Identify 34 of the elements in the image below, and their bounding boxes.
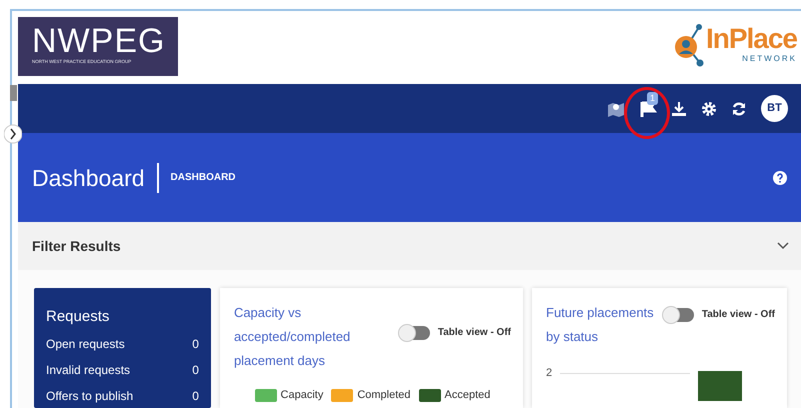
panel-title: Requests [46, 307, 110, 327]
axis-label: 2 [546, 366, 552, 381]
user-avatar[interactable]: BT [761, 95, 788, 122]
brand-subtitle: NETWORK [741, 53, 797, 65]
request-label[interactable]: Open requests [46, 334, 125, 352]
page-title: Dashboard [32, 162, 159, 192]
chart-bar [698, 371, 742, 401]
toggle-label: Table view - Off [438, 326, 511, 340]
help-icon[interactable] [773, 170, 787, 184]
legend-label: Accepted [444, 388, 490, 403]
settings-icon[interactable] [701, 100, 717, 116]
flag-icon[interactable] [639, 100, 657, 118]
refresh-icon[interactable] [731, 100, 747, 116]
brand-name: InPlace [706, 25, 797, 53]
map-icon[interactable] [607, 100, 625, 116]
legend-label: Capacity [280, 388, 324, 403]
expand-sidebar-icon[interactable] [4, 123, 22, 145]
legend-label: Completed [357, 388, 411, 403]
network-person-icon [674, 23, 704, 67]
notification-badge: 1 [647, 92, 658, 105]
request-count: 0 [192, 362, 199, 378]
logo-title: NWPEG [32, 23, 166, 59]
request-count: 0 [192, 336, 199, 352]
toggle-label: Table view - Off [702, 308, 775, 322]
chart-title: Future placements by status [546, 304, 655, 346]
download-icon[interactable] [671, 100, 687, 116]
chart-title: Capacity vs accepted/completed placement days [234, 304, 352, 370]
filter-title[interactable]: Filter Results [32, 236, 121, 256]
breadcrumb[interactable]: DASHBOARD [158, 170, 236, 185]
request-label[interactable]: Offers to publish [46, 386, 134, 404]
chevron-icon[interactable] [777, 242, 789, 250]
request-count: 0 [192, 388, 199, 404]
request-label[interactable]: Invalid requests [46, 360, 130, 378]
scrollbar-thumb [10, 85, 17, 101]
